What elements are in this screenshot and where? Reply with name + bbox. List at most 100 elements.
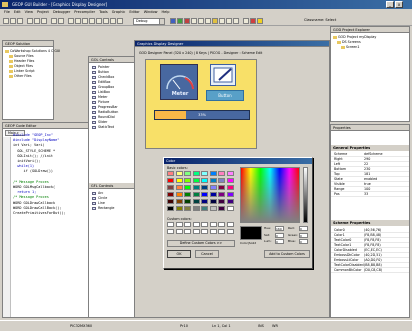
picture-widget[interactable] (210, 64, 236, 86)
custom-color-swatch[interactable] (167, 229, 174, 234)
menu-item-edit[interactable]: Edit (14, 10, 21, 14)
code-text[interactable]: #include "GEOP_Inc" #include "DisplayName… (13, 133, 66, 216)
basic-color-swatch[interactable] (175, 199, 183, 204)
add-to-custom-colors-button[interactable]: Add to Custom Colors (264, 250, 310, 258)
run-icon[interactable] (96, 18, 102, 24)
basic-color-swatch[interactable] (218, 185, 225, 190)
property-row[interactable]: CommonBkColor (D0,C8,C8) (331, 268, 409, 273)
basic-color-swatch[interactable] (167, 171, 174, 176)
menu-item-tools[interactable]: Tools (99, 10, 108, 14)
ok-button[interactable]: OK (167, 250, 191, 258)
blue-tool-icon[interactable] (170, 18, 176, 24)
ruler-icon[interactable] (243, 18, 249, 24)
custom-color-swatch[interactable] (175, 229, 183, 234)
basic-color-swatch[interactable] (209, 199, 217, 204)
custom-color-swatch[interactable] (192, 222, 200, 227)
basic-color-swatch[interactable] (226, 192, 234, 197)
custom-color-swatch[interactable] (209, 229, 217, 234)
red-tool-icon[interactable] (184, 18, 190, 24)
basic-color-swatch[interactable] (192, 185, 200, 190)
basic-color-swatch[interactable] (175, 206, 183, 211)
basic-color-swatch[interactable] (201, 178, 208, 183)
basic-color-swatch[interactable] (218, 192, 225, 197)
property-value[interactable]: (D0,C8,C8) (364, 268, 382, 273)
basic-color-swatch[interactable] (167, 178, 174, 183)
stop-red-icon[interactable] (250, 18, 256, 24)
design-canvas[interactable]: Meter Button 33% (145, 59, 257, 149)
property-value[interactable]: 33 (364, 192, 368, 197)
custom-color-swatch[interactable] (226, 229, 234, 234)
basic-color-swatch[interactable] (184, 199, 191, 204)
basic-color-swatch[interactable] (226, 199, 234, 204)
find-icon[interactable] (68, 18, 74, 24)
basic-color-swatch[interactable] (167, 199, 174, 204)
basic-color-swatch[interactable] (192, 178, 200, 183)
basic-color-swatch[interactable] (167, 185, 174, 190)
basic-color-swatch[interactable] (167, 192, 174, 197)
color-field-input[interactable]: 0 (299, 226, 308, 231)
step-icon[interactable] (110, 18, 116, 24)
color-field-input[interactable]: 160 (275, 226, 284, 231)
define-custom-colors-button[interactable]: Define Custom Colors >> (167, 240, 235, 247)
menu-item-debugger[interactable]: Debugger (53, 10, 70, 14)
property-row[interactable]: Pos 33 (331, 192, 409, 197)
classname-selector[interactable]: Classname: Select (302, 18, 347, 25)
save-icon[interactable] (17, 18, 23, 24)
basic-color-swatch[interactable] (175, 171, 183, 176)
custom-color-swatch[interactable] (201, 222, 208, 227)
basic-color-swatch[interactable] (175, 192, 183, 197)
basic-color-swatch[interactable] (226, 206, 234, 211)
basic-color-swatch[interactable] (218, 206, 225, 211)
basic-color-swatch[interactable] (184, 192, 191, 197)
project-tree-item[interactable]: Screen1 (333, 45, 376, 50)
new-icon[interactable] (3, 18, 9, 24)
basic-color-swatch[interactable] (201, 206, 208, 211)
green-tool-icon[interactable] (177, 18, 183, 24)
print-icon[interactable] (75, 18, 81, 24)
basic-color-swatch[interactable] (209, 206, 217, 211)
stop-icon[interactable] (103, 18, 109, 24)
menu-item-file[interactable]: File (4, 10, 10, 14)
basic-color-swatch[interactable] (184, 185, 191, 190)
menu-item-window[interactable]: Window (144, 10, 158, 14)
settings-icon[interactable] (226, 18, 232, 24)
custom-color-swatch[interactable] (167, 222, 174, 227)
build-icon[interactable] (89, 18, 95, 24)
basic-color-swatch[interactable] (192, 199, 200, 204)
custom-color-swatch[interactable] (201, 229, 208, 234)
basic-color-swatch[interactable] (192, 171, 200, 176)
custom-color-swatch[interactable] (218, 222, 225, 227)
preview-icon[interactable] (233, 18, 239, 24)
basic-color-swatch[interactable] (226, 185, 234, 190)
grid-icon[interactable] (191, 18, 197, 24)
basic-color-swatch[interactable] (184, 171, 191, 176)
basic-color-swatch[interactable] (201, 192, 208, 197)
button-widget[interactable]: Button (206, 90, 244, 101)
redo-icon[interactable] (58, 18, 64, 24)
custom-color-swatch[interactable] (192, 229, 200, 234)
control-item-statictext[interactable]: StaticText (92, 125, 118, 130)
luminance-slider[interactable] (303, 167, 308, 223)
basic-color-swatch[interactable] (192, 192, 200, 197)
progress-widget[interactable]: 33% (154, 110, 250, 120)
align-icon[interactable] (198, 18, 204, 24)
basic-color-swatch[interactable] (201, 185, 208, 190)
custom-color-swatch[interactable] (184, 222, 191, 227)
color-spectrum[interactable] (240, 167, 300, 223)
debug-icon[interactable] (117, 18, 123, 24)
close-button[interactable]: x (395, 1, 403, 8)
cancel-button[interactable]: Cancel (195, 250, 219, 258)
basic-color-swatch[interactable] (209, 185, 217, 190)
menu-item-help[interactable]: Help (162, 10, 170, 14)
basic-color-swatch[interactable] (218, 178, 225, 183)
custom-color-swatch[interactable] (226, 222, 234, 227)
basic-color-swatch[interactable] (209, 192, 217, 197)
basic-color-swatch[interactable] (192, 206, 200, 211)
custom-color-swatch[interactable] (209, 222, 217, 227)
custom-color-swatch[interactable] (184, 229, 191, 234)
solution-tree-item[interactable]: Other Files (5, 74, 60, 79)
menu-item-view[interactable]: View (25, 10, 33, 14)
basic-color-swatch[interactable] (184, 206, 191, 211)
basic-color-swatch[interactable] (175, 178, 183, 183)
basic-color-swatch[interactable] (209, 178, 217, 183)
